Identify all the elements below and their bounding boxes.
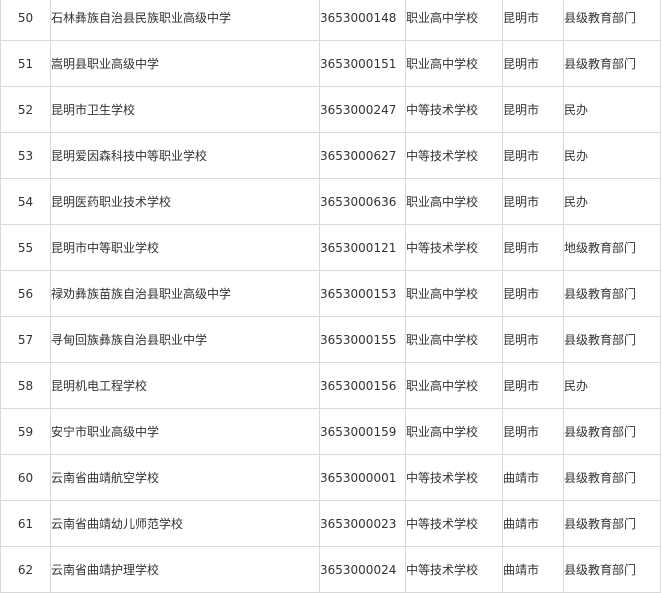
authority-cell: 县级教育部门 (563, 270, 661, 317)
school-type-cell: 职业高中学校 (405, 408, 503, 455)
city-cell: 昆明市 (502, 362, 564, 409)
row-number-cell: 51 (0, 40, 51, 87)
row-number-cell: 52 (0, 86, 51, 133)
school-code-cell: 3653000153 (319, 270, 406, 317)
school-code-cell: 3653000148 (319, 0, 406, 41)
school-type-cell: 中等技术学校 (405, 132, 503, 179)
school-type-cell: 中等技术学校 (405, 86, 503, 133)
row-number-cell: 53 (0, 132, 51, 179)
row-number-cell: 59 (0, 408, 51, 455)
school-code-cell: 3653000247 (319, 86, 406, 133)
school-code-cell: 3653000151 (319, 40, 406, 87)
school-name-cell: 禄劝彝族苗族自治县职业高级中学 (50, 270, 320, 317)
school-table: 50 石林彝族自治县民族职业高级中学 3653000148 职业高中学校 昆明市… (0, 0, 661, 593)
school-name-cell: 昆明医药职业技术学校 (50, 178, 320, 225)
authority-cell: 地级教育部门 (563, 224, 661, 271)
row-number-cell: 58 (0, 362, 51, 409)
table-row: 54 昆明医药职业技术学校 3653000636 职业高中学校 昆明市 民办 (0, 178, 661, 225)
school-name-cell: 昆明机电工程学校 (50, 362, 320, 409)
school-code-cell: 3653000001 (319, 454, 406, 501)
authority-cell: 民办 (563, 132, 661, 179)
authority-cell: 民办 (563, 362, 661, 409)
school-code-cell: 3653000627 (319, 132, 406, 179)
table-row: 60 云南省曲靖航空学校 3653000001 中等技术学校 曲靖市 县级教育部… (0, 454, 661, 501)
table-row: 57 寻甸回族彝族自治县职业中学 3653000155 职业高中学校 昆明市 县… (0, 316, 661, 363)
school-name-cell: 昆明市中等职业学校 (50, 224, 320, 271)
city-cell: 昆明市 (502, 40, 564, 87)
school-name-cell: 昆明爱因森科技中等职业学校 (50, 132, 320, 179)
authority-cell: 民办 (563, 86, 661, 133)
table-row: 61 云南省曲靖幼儿师范学校 3653000023 中等技术学校 曲靖市 县级教… (0, 500, 661, 547)
school-type-cell: 中等技术学校 (405, 454, 503, 501)
city-cell: 昆明市 (502, 178, 564, 225)
school-code-cell: 3653000636 (319, 178, 406, 225)
school-type-cell: 职业高中学校 (405, 40, 503, 87)
city-cell: 曲靖市 (502, 454, 564, 501)
school-name-cell: 石林彝族自治县民族职业高级中学 (50, 0, 320, 41)
school-code-cell: 3653000155 (319, 316, 406, 363)
row-number-cell: 61 (0, 500, 51, 547)
school-type-cell: 中等技术学校 (405, 224, 503, 271)
city-cell: 曲靖市 (502, 546, 564, 593)
row-number-cell: 57 (0, 316, 51, 363)
authority-cell: 县级教育部门 (563, 408, 661, 455)
row-number-cell: 62 (0, 546, 51, 593)
city-cell: 昆明市 (502, 316, 564, 363)
city-cell: 曲靖市 (502, 500, 564, 547)
table-row: 55 昆明市中等职业学校 3653000121 中等技术学校 昆明市 地级教育部… (0, 224, 661, 271)
row-number-cell: 54 (0, 178, 51, 225)
city-cell: 昆明市 (502, 132, 564, 179)
school-type-cell: 职业高中学校 (405, 316, 503, 363)
school-code-cell: 3653000023 (319, 500, 406, 547)
school-type-cell: 职业高中学校 (405, 270, 503, 317)
city-cell: 昆明市 (502, 86, 564, 133)
school-code-cell: 3653000159 (319, 408, 406, 455)
table-row: 51 嵩明县职业高级中学 3653000151 职业高中学校 昆明市 县级教育部… (0, 40, 661, 87)
authority-cell: 县级教育部门 (563, 500, 661, 547)
school-name-cell: 云南省曲靖幼儿师范学校 (50, 500, 320, 547)
row-number-cell: 60 (0, 454, 51, 501)
authority-cell: 县级教育部门 (563, 40, 661, 87)
table-row: 59 安宁市职业高级中学 3653000159 职业高中学校 昆明市 县级教育部… (0, 408, 661, 455)
table-row: 53 昆明爱因森科技中等职业学校 3653000627 中等技术学校 昆明市 民… (0, 132, 661, 179)
authority-cell: 县级教育部门 (563, 316, 661, 363)
school-name-cell: 云南省曲靖航空学校 (50, 454, 320, 501)
school-name-cell: 寻甸回族彝族自治县职业中学 (50, 316, 320, 363)
authority-cell: 县级教育部门 (563, 454, 661, 501)
city-cell: 昆明市 (502, 408, 564, 455)
city-cell: 昆明市 (502, 0, 564, 41)
school-type-cell: 职业高中学校 (405, 0, 503, 41)
table-row: 50 石林彝族自治县民族职业高级中学 3653000148 职业高中学校 昆明市… (0, 0, 661, 41)
school-table-body: 50 石林彝族自治县民族职业高级中学 3653000148 职业高中学校 昆明市… (0, 0, 661, 593)
table-row: 52 昆明市卫生学校 3653000247 中等技术学校 昆明市 民办 (0, 86, 661, 133)
school-type-cell: 职业高中学校 (405, 362, 503, 409)
table-row: 58 昆明机电工程学校 3653000156 职业高中学校 昆明市 民办 (0, 362, 661, 409)
authority-cell: 县级教育部门 (563, 546, 661, 593)
school-type-cell: 中等技术学校 (405, 500, 503, 547)
row-number-cell: 50 (0, 0, 51, 41)
city-cell: 昆明市 (502, 270, 564, 317)
table-row: 62 云南省曲靖护理学校 3653000024 中等技术学校 曲靖市 县级教育部… (0, 546, 661, 593)
school-code-cell: 3653000121 (319, 224, 406, 271)
table-row: 56 禄劝彝族苗族自治县职业高级中学 3653000153 职业高中学校 昆明市… (0, 270, 661, 317)
school-code-cell: 3653000156 (319, 362, 406, 409)
row-number-cell: 56 (0, 270, 51, 317)
row-number-cell: 55 (0, 224, 51, 271)
school-type-cell: 职业高中学校 (405, 178, 503, 225)
school-code-cell: 3653000024 (319, 546, 406, 593)
city-cell: 昆明市 (502, 224, 564, 271)
school-name-cell: 云南省曲靖护理学校 (50, 546, 320, 593)
authority-cell: 民办 (563, 178, 661, 225)
school-name-cell: 安宁市职业高级中学 (50, 408, 320, 455)
school-name-cell: 嵩明县职业高级中学 (50, 40, 320, 87)
authority-cell: 县级教育部门 (563, 0, 661, 41)
school-name-cell: 昆明市卫生学校 (50, 86, 320, 133)
school-type-cell: 中等技术学校 (405, 546, 503, 593)
